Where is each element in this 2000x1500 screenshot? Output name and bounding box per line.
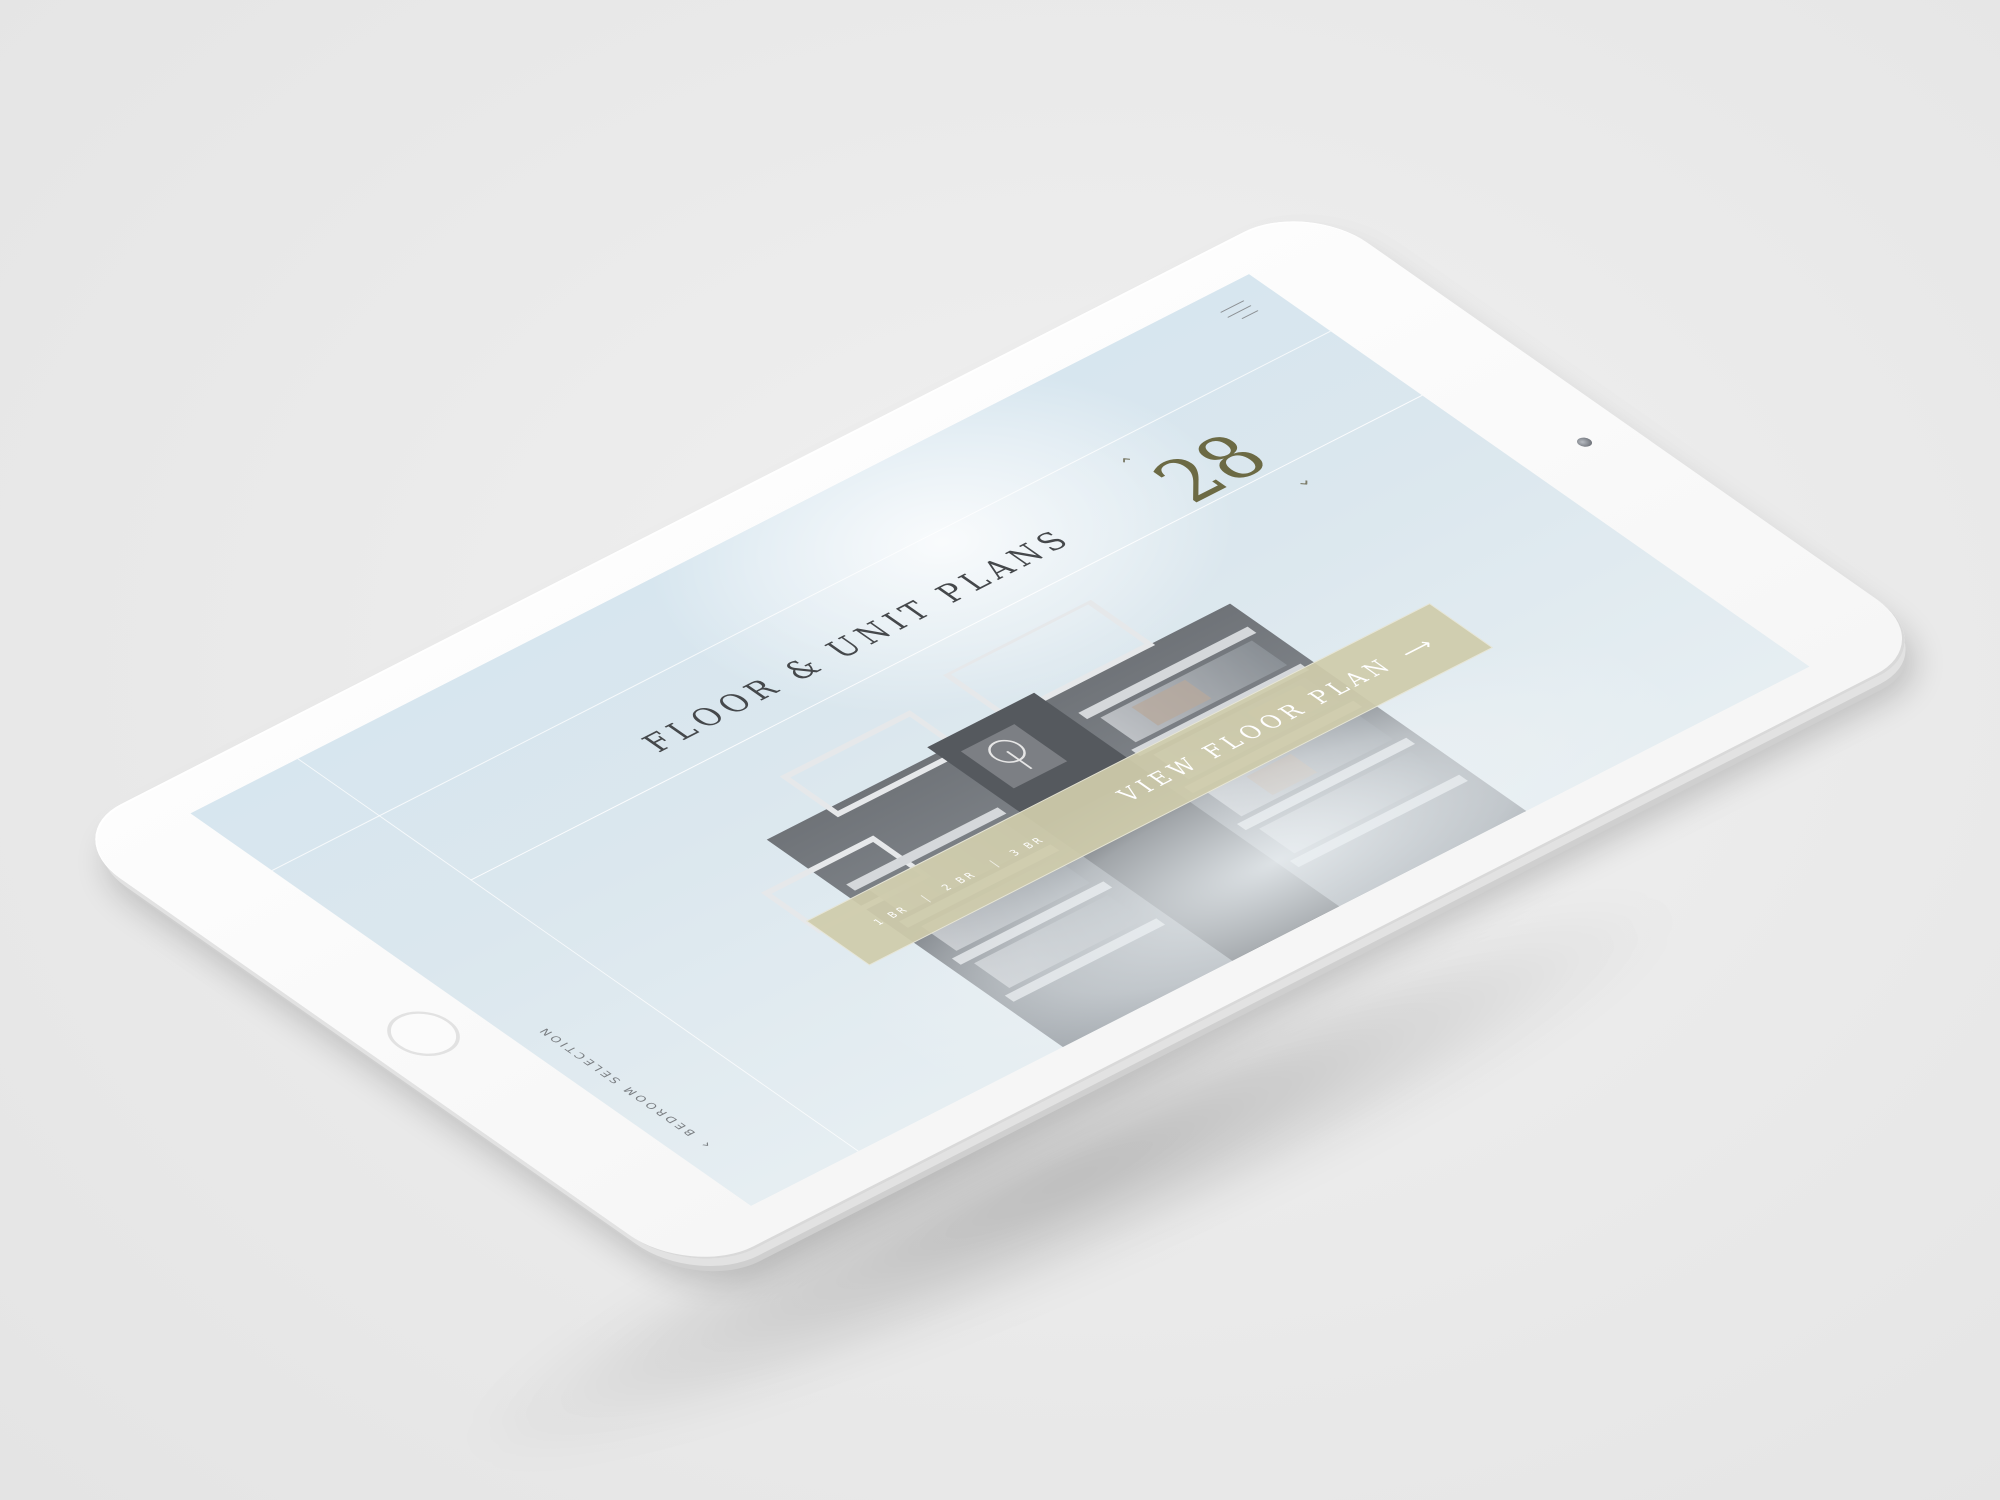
hamburger-menu-icon[interactable] (1220, 300, 1259, 323)
tab-2br[interactable]: 2 BR (921, 860, 1000, 902)
tablet-device: ‹BEDROOM SELECTION FLOOR & UNIT PLANS ⌃ … (59, 200, 1941, 1280)
mockup-stage: ‹BEDROOM SELECTION FLOOR & UNIT PLANS ⌃ … (0, 0, 2000, 1500)
chevron-down-icon[interactable]: ⌄ (1286, 471, 1318, 491)
chevron-left-icon: ‹ (694, 1137, 717, 1150)
front-camera (1573, 435, 1596, 449)
back-label: BEDROOM SELECTION (534, 1024, 699, 1138)
back-to-bedroom-selection[interactable]: ‹BEDROOM SELECTION (533, 1024, 717, 1150)
arrow-right-icon: ⟶ (1392, 631, 1444, 662)
menu-line (1241, 310, 1259, 320)
home-button[interactable] (372, 1002, 475, 1065)
app-screen: ‹BEDROOM SELECTION FLOOR & UNIT PLANS ⌃ … (190, 274, 1810, 1206)
tab-1br[interactable]: 1 BR (853, 894, 932, 937)
tab-3br[interactable]: 3 BR (989, 826, 1066, 867)
